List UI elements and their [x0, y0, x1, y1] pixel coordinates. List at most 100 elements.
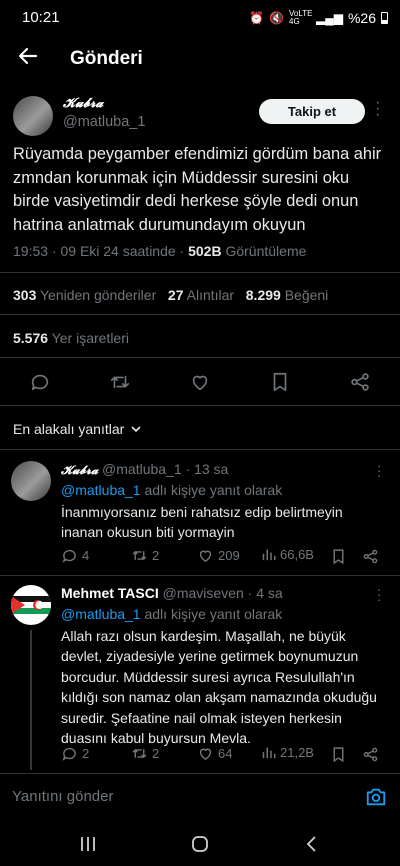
share-icon[interactable]	[362, 746, 379, 763]
more-options-icon[interactable]: · · ·	[377, 583, 385, 606]
like-count-button[interactable]: 209	[197, 547, 240, 564]
replies-sort-dropdown[interactable]: En alakalı yanıtlar	[13, 421, 142, 437]
bookmarks-count[interactable]: 5.576	[13, 330, 48, 346]
reply-icon[interactable]	[29, 371, 51, 393]
like-count: 209	[218, 548, 240, 563]
likes-count[interactable]: 8.299	[246, 287, 281, 303]
battery-level: %26	[347, 10, 376, 26]
like-icon	[199, 748, 212, 761]
reply-to-mention[interactable]: @matluba_1	[61, 606, 141, 622]
back-arrow-icon[interactable]	[16, 44, 40, 68]
bookmark-stats: 5.576 Yer işaretleri	[13, 330, 129, 346]
share-icon[interactable]	[362, 548, 379, 565]
quotes-count[interactable]: 27	[168, 287, 184, 303]
views-count-button[interactable]: 21,2B	[261, 745, 314, 760]
reply-icon	[62, 747, 76, 761]
reply-header: 𝓚𝓾𝓫𝓻𝓪 @matluba_1 · 13 sa	[61, 461, 228, 478]
reply-avatar[interactable]	[11, 585, 51, 625]
camera-icon[interactable]	[365, 786, 387, 808]
views-count-button[interactable]: 66,6B	[261, 547, 314, 562]
views-label: Görüntüleme	[221, 243, 307, 259]
retweet-count: 2	[152, 548, 160, 563]
tweet-time: 19:53 · 09 Eki 24 saatinde ·	[13, 243, 189, 259]
back-icon[interactable]	[303, 835, 321, 853]
system-nav-bar	[0, 822, 400, 866]
bookmark-icon[interactable]	[330, 746, 347, 763]
replies-sort-label: En alakalı yanıtlar	[13, 421, 125, 437]
reply-actions: 2 2 64 21,2B	[61, 745, 386, 765]
bookmark-icon[interactable]	[269, 371, 291, 393]
views-count: 21,2B	[280, 745, 314, 760]
reply-composer-placeholder[interactable]: Yanıtını gönder	[12, 788, 113, 805]
like-count: 64	[218, 746, 233, 761]
alarm-icon: ⏰	[249, 11, 265, 25]
views-count: 502B	[188, 243, 222, 259]
tweet-stats: 303 Yeniden gönderiler 27 Alıntılar 8.29…	[13, 287, 328, 303]
retweets-count[interactable]: 303	[13, 287, 36, 303]
more-options-icon[interactable]: · · ·	[377, 459, 385, 482]
views-icon	[262, 747, 276, 759]
divider	[0, 575, 400, 576]
reply-to-line: @matluba_1 adlı kişiye yanıt olarak	[61, 606, 282, 622]
reply-display-name[interactable]: 𝓚𝓾𝓫𝓻𝓪	[61, 463, 98, 477]
divider	[0, 272, 400, 273]
views-icon	[262, 549, 276, 561]
reply-to-suffix: adlı kişiye yanıt olarak	[140, 482, 283, 498]
like-icon[interactable]	[189, 371, 211, 393]
retweet-count-button[interactable]: 2	[131, 547, 159, 564]
retweet-icon[interactable]	[109, 371, 131, 393]
divider	[0, 449, 400, 450]
reply-header: Mehmet TASCI @maviseven · 4 sa	[61, 585, 283, 601]
retweet-count: 2	[152, 746, 160, 761]
reply-text: İnanmıyorsanız beni rahatsız edip belirt…	[61, 504, 343, 541]
reply-count: 4	[82, 548, 90, 563]
reply-count-button[interactable]: 2	[61, 745, 89, 762]
retweets-label[interactable]: Yeniden gönderiler	[40, 287, 156, 303]
reply-to-line: @matluba_1 adlı kişiye yanıt olarak	[61, 482, 282, 498]
battery-icon	[381, 12, 388, 24]
quotes-label[interactable]: Alıntılar	[187, 287, 234, 303]
reply-count: 2	[82, 746, 90, 761]
views-count: 66,6B	[280, 547, 314, 562]
reply-icon	[62, 549, 76, 563]
share-icon[interactable]	[349, 371, 371, 393]
reply-display-name[interactable]: Mehmet TASCI	[61, 585, 159, 601]
divider	[0, 357, 400, 358]
reply-handle[interactable]: @maviseven · 4 sa	[163, 585, 283, 601]
status-bar: 10:21 ⏰ 🔇 VoLTE 4G ▂▄▆ %26	[0, 0, 400, 34]
reply-handle[interactable]: @matluba_1 · 13 sa	[102, 461, 228, 477]
bookmarks-label[interactable]: Yer işaretleri	[52, 330, 129, 346]
flag-avatar-icon	[11, 596, 51, 614]
follow-button[interactable]: Takip et	[259, 99, 365, 124]
signal-icon: ▂▄▆	[316, 11, 343, 25]
author-display-name[interactable]: 𝓚𝓾𝓫𝓻𝓪	[63, 96, 103, 111]
author-handle[interactable]: @matluba_1	[63, 114, 145, 130]
likes-label[interactable]: Beğeni	[285, 287, 329, 303]
page-title: Gönderi	[70, 48, 143, 69]
thread-connector-line	[30, 630, 32, 770]
like-icon	[199, 550, 212, 563]
author-avatar[interactable]	[13, 96, 53, 136]
chevron-down-icon	[131, 426, 141, 433]
reply-actions: 4 2 209 66,6B	[61, 547, 386, 567]
retweet-count-button[interactable]: 2	[131, 745, 159, 762]
home-icon[interactable]	[191, 835, 209, 853]
network-label: VoLTE 4G	[289, 9, 313, 26]
retweet-icon	[132, 748, 147, 759]
status-icons: ⏰ 🔇 VoLTE 4G ▂▄▆ %26	[249, 10, 388, 26]
reply-avatar[interactable]	[11, 461, 51, 501]
tweet-meta: 19:53 · 09 Eki 24 saatinde · 502B Görünt…	[13, 243, 306, 259]
recent-apps-icon[interactable]	[79, 835, 97, 853]
bookmark-icon[interactable]	[330, 548, 347, 565]
more-options-icon[interactable]: · · ·	[375, 95, 385, 123]
reply-text: Allah razı olsun kardeşim. Maşallah, ne …	[61, 628, 377, 747]
like-count-button[interactable]: 64	[197, 745, 232, 762]
mute-icon: 🔇	[269, 11, 284, 25]
retweet-icon	[132, 550, 147, 561]
reply-count-button[interactable]: 4	[61, 547, 89, 564]
reply-to-mention[interactable]: @matluba_1	[61, 482, 141, 498]
tweet-text: Rüyamda peygamber efendimizi gördüm bana…	[13, 145, 382, 234]
status-time: 10:21	[22, 9, 60, 26]
reply-to-suffix: adlı kişiye yanıt olarak	[140, 606, 283, 622]
divider	[0, 314, 400, 315]
